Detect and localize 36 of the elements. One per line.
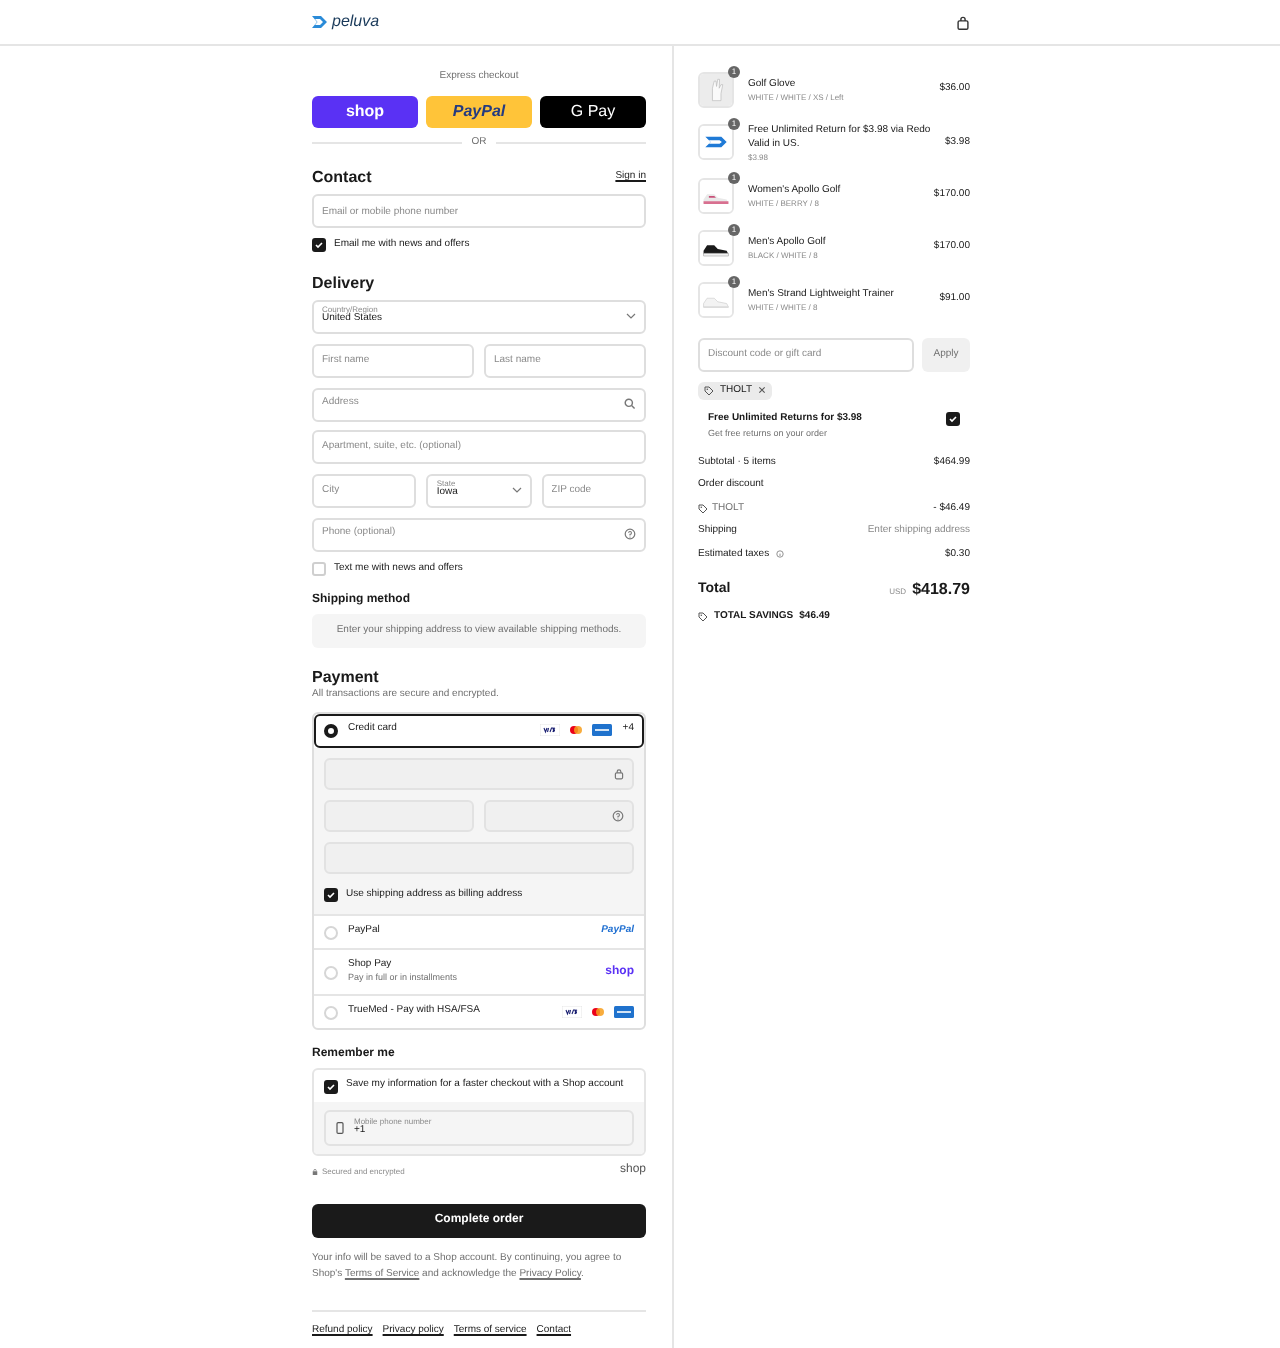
card-number-field[interactable] bbox=[324, 757, 634, 789]
tag-icon bbox=[704, 385, 714, 396]
tag-icon bbox=[698, 612, 708, 623]
visa-icon bbox=[562, 1006, 582, 1018]
shop-pay-button[interactable]: shop bbox=[312, 95, 418, 127]
amex-icon bbox=[614, 1006, 634, 1018]
section-heading: Delivery bbox=[312, 275, 377, 291]
logo-icon bbox=[312, 16, 328, 28]
info-icon[interactable] bbox=[775, 550, 784, 559]
section-heading: Payment bbox=[312, 670, 381, 686]
checkbox[interactable] bbox=[324, 887, 338, 902]
lock-icon bbox=[614, 767, 624, 779]
total-value: $418.79 bbox=[912, 578, 970, 603]
close-icon[interactable] bbox=[758, 386, 767, 395]
paypal-button[interactable]: PayPal bbox=[426, 95, 532, 127]
search-icon bbox=[624, 398, 636, 410]
logo: peluva bbox=[332, 10, 380, 34]
chevron-down-icon bbox=[511, 486, 522, 494]
tag-icon bbox=[698, 503, 708, 514]
security-code-field[interactable] bbox=[484, 799, 634, 831]
amex-icon bbox=[592, 724, 613, 736]
phone-icon bbox=[336, 1122, 344, 1134]
help-icon bbox=[612, 809, 624, 821]
checkbox[interactable] bbox=[946, 412, 960, 427]
section-heading: Contact bbox=[312, 170, 372, 186]
chevron-down-icon bbox=[626, 312, 636, 320]
radio-button[interactable] bbox=[324, 723, 338, 737]
checkbox[interactable] bbox=[312, 238, 326, 253]
mastercard-icon bbox=[588, 1006, 608, 1018]
google-pay-button[interactable]: G Pay bbox=[540, 95, 646, 127]
help-icon bbox=[624, 528, 636, 540]
mastercard-icon bbox=[566, 724, 587, 736]
shopping-bag-icon[interactable] bbox=[956, 15, 970, 29]
lock-icon bbox=[312, 1167, 318, 1175]
visa-icon bbox=[540, 724, 561, 736]
checkbox[interactable] bbox=[324, 1079, 338, 1093]
